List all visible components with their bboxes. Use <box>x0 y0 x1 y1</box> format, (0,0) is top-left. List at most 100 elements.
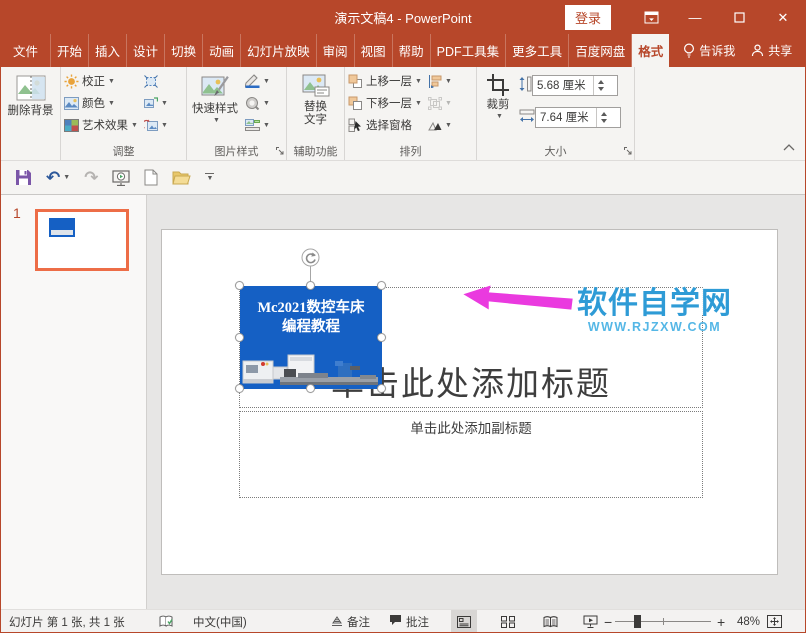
subtitle-placeholder-text: 单击此处添加副标题 <box>410 417 532 437</box>
picture-styles-dialog-launcher-icon[interactable] <box>276 144 284 158</box>
width-spinner[interactable] <box>596 108 610 127</box>
resize-handle-top-center[interactable] <box>306 281 315 290</box>
comments-button[interactable]: 批注 <box>389 610 429 633</box>
group-objects-button[interactable]: ▼ <box>426 92 454 114</box>
maximize-button[interactable] <box>717 1 761 34</box>
picture-border-button[interactable]: ▼ <box>243 70 272 92</box>
zoom-percentage[interactable]: 48% <box>737 610 760 633</box>
zoom-slider-thumb[interactable] <box>634 615 641 628</box>
quick-styles-button[interactable]: 快速样式 ▼ <box>189 70 241 142</box>
share-button[interactable]: 共享 <box>743 34 800 67</box>
selection-pane-button[interactable]: 选择窗格 <box>347 114 422 136</box>
shape-width-icon <box>519 109 535 126</box>
reset-picture-button[interactable]: ▼ <box>142 114 170 136</box>
close-button[interactable]: ✕ <box>761 1 805 34</box>
change-picture-button[interactable]: ▼ <box>142 92 170 114</box>
rotate-button[interactable]: ▼ <box>426 114 454 136</box>
thumbnail-picture <box>49 218 75 237</box>
resize-handle-bottom-right[interactable] <box>377 384 386 393</box>
align-button[interactable]: ▼ <box>426 70 454 92</box>
remove-background-icon <box>16 74 46 102</box>
resize-handle-bottom-left[interactable] <box>235 384 244 393</box>
title-bar: 演示文稿4 - PowerPoint 登录 — ✕ <box>1 1 805 34</box>
corrections-button[interactable]: 校正▼ <box>63 70 138 92</box>
sun-icon <box>63 74 79 89</box>
color-button[interactable]: 颜色▼ <box>63 92 138 114</box>
artistic-effects-button[interactable]: 艺术效果▼ <box>63 114 138 136</box>
height-input[interactable] <box>533 79 593 91</box>
tab-pdf-tools[interactable]: PDF工具集 <box>431 34 507 67</box>
new-document-button[interactable] <box>144 169 158 186</box>
zoom-out-button[interactable]: − <box>604 610 612 633</box>
minimize-button[interactable]: — <box>673 1 717 34</box>
tab-file[interactable]: 文件 <box>1 34 51 67</box>
resize-handle-middle-left[interactable] <box>235 333 244 342</box>
fit-to-window-icon[interactable] <box>767 610 782 633</box>
remove-background-button[interactable]: 删除背景 <box>3 70 58 142</box>
zoom-in-button[interactable]: + <box>717 610 725 633</box>
tab-slideshow[interactable]: 幻灯片放映 <box>241 34 317 67</box>
send-backward-button[interactable]: 下移一层▼ <box>347 92 422 114</box>
ribbon-display-options-icon[interactable] <box>629 1 673 34</box>
picture-layout-button[interactable]: ▼ <box>243 114 272 136</box>
slideshow-view-button[interactable] <box>577 610 603 633</box>
quick-access-toolbar: ↶▼ ↷ ▼ <box>1 161 805 195</box>
lightbulb-icon <box>683 43 695 58</box>
width-input[interactable] <box>536 111 596 123</box>
site-logo: 软件自学网 WWW.RJZXW.COM <box>577 289 732 334</box>
align-icon <box>428 75 442 88</box>
tab-help[interactable]: 帮助 <box>393 34 431 67</box>
notes-button[interactable]: 备注 <box>331 610 370 633</box>
change-picture-icon <box>144 97 158 110</box>
ribbon: 删除背景 校正▼ 颜色▼ 艺术效果▼ <box>1 67 805 161</box>
save-button[interactable] <box>15 169 32 186</box>
subtitle-placeholder[interactable]: 单击此处添加副标题 <box>239 411 703 498</box>
crop-button[interactable]: 裁剪 ▼ <box>479 70 517 142</box>
reading-view-button[interactable] <box>537 610 563 633</box>
bring-forward-button[interactable]: 上移一层▼ <box>347 70 422 92</box>
group-label-size: 大小 <box>477 143 634 159</box>
login-button[interactable]: 登录 <box>565 5 611 30</box>
tab-design[interactable]: 设计 <box>127 34 165 67</box>
slide-1-thumbnail[interactable] <box>35 209 129 271</box>
height-spinner[interactable] <box>593 76 607 95</box>
tab-insert[interactable]: 插入 <box>89 34 127 67</box>
slide-sorter-view-button[interactable] <box>495 610 521 633</box>
tab-transitions[interactable]: 切换 <box>165 34 203 67</box>
undo-button[interactable]: ↶▼ <box>46 170 70 186</box>
alt-text-button[interactable]: 替换 文字 <box>289 70 342 142</box>
normal-view-button[interactable] <box>451 610 477 633</box>
selected-picture[interactable]: Mc2021数控车床 编程教程 <box>240 286 382 389</box>
resize-handle-middle-right[interactable] <box>377 333 386 342</box>
open-button[interactable] <box>172 170 191 185</box>
tab-more-tools[interactable]: 更多工具 <box>506 34 569 67</box>
resize-handle-top-right[interactable] <box>377 281 386 290</box>
picture-layout-icon <box>245 118 260 132</box>
tab-home[interactable]: 开始 <box>51 34 89 67</box>
compress-picture-button[interactable] <box>142 70 170 92</box>
start-from-beginning-button[interactable] <box>112 170 130 186</box>
tell-me-box[interactable]: 告诉我 <box>675 34 743 67</box>
size-dialog-launcher-icon[interactable] <box>624 144 632 158</box>
group-size: 裁剪 ▼ <box>477 67 635 160</box>
crop-icon <box>487 74 509 96</box>
tab-review[interactable]: 审阅 <box>317 34 355 67</box>
resize-handle-bottom-center[interactable] <box>306 384 315 393</box>
tab-baidu-netdisk[interactable]: 百度网盘 <box>569 34 632 67</box>
language-indicator[interactable]: 中文(中国) <box>193 610 247 633</box>
resize-handle-top-left[interactable] <box>235 281 244 290</box>
status-bar: 幻灯片 第 1 张, 共 1 张 中文(中国) 备注 批注 − + 48 <box>1 609 805 633</box>
rotation-handle[interactable] <box>301 248 320 270</box>
picture-border-icon <box>245 74 260 88</box>
group-picture-styles: 快速样式 ▼ ▼ ▼ ▼ 图片样式 <box>187 67 287 160</box>
logo-name-text: 软件自学网 <box>577 289 732 319</box>
tab-animations[interactable]: 动画 <box>203 34 241 67</box>
customize-qat-icon[interactable]: ▼ <box>205 173 214 182</box>
tab-format[interactable]: 格式 <box>632 34 669 67</box>
spell-check-icon[interactable] <box>159 610 174 633</box>
tab-view[interactable]: 视图 <box>355 34 393 67</box>
picture-effects-button[interactable]: ▼ <box>243 92 272 114</box>
collapse-ribbon-icon[interactable] <box>783 140 795 154</box>
redo-button[interactable]: ↷ <box>84 170 98 186</box>
open-folder-icon <box>172 170 191 185</box>
